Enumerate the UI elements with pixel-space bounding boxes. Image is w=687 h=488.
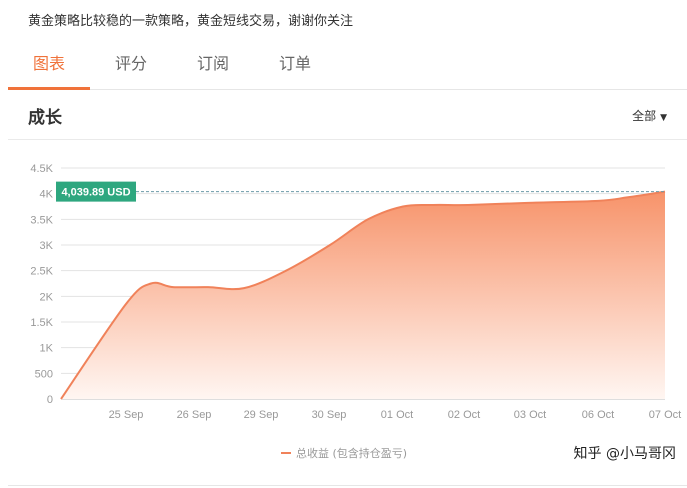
y-tick-label: 4.5K (30, 163, 53, 175)
current-value-label: 4,039.89 USD (61, 187, 130, 199)
range-dropdown[interactable]: 全部 ▼ (632, 107, 667, 124)
x-tick-label: 02 Oct (448, 409, 480, 421)
x-tick-label: 03 Oct (514, 409, 546, 421)
x-tick-label: 29 Sep (244, 409, 279, 421)
top-edge (0, 0, 687, 6)
tab-chart[interactable]: 图表 (8, 40, 90, 90)
legend-label: 总收益 (包含持仓盈亏) (296, 446, 407, 460)
tab-bar: 图表 评分 订阅 订单 (8, 40, 687, 90)
strategy-page: 黄金策略比较稳的一款策略，黄金短线交易，谢谢你关注 图表 评分 订阅 订单 成长… (0, 0, 687, 488)
x-tick-label: 30 Sep (312, 409, 347, 421)
caret-down-icon: ▼ (660, 113, 667, 123)
x-tick-label: 25 Sep (109, 409, 144, 421)
y-tick-label: 2.5K (30, 266, 53, 278)
y-tick-label: 3.5K (30, 214, 53, 226)
y-tick-label: 4K (40, 189, 54, 201)
growth-chart-svg: 0 500 1K 1.5K 2K 2.5K 3K 3.5K 4K 4.5K 4,039.89 USD… (30, 163, 681, 460)
y-tick-label: 0 (47, 394, 53, 406)
tab-orders[interactable]: 订单 (254, 40, 336, 90)
range-label: 全部 (632, 109, 657, 123)
y-tick-label: 2K (40, 291, 54, 303)
strategy-description: 黄金策略比较稳的一款策略，黄金短线交易，谢谢你关注 (28, 14, 354, 29)
bottom-divider (8, 485, 687, 486)
y-tick-label: 1.5K (30, 317, 53, 329)
growth-title: 成长 (28, 108, 62, 128)
growth-panel: 成长 全部 ▼ 0 500 1K 1.5K 2K 2.5K 3K 3.5K 4K 4.5K 4,039… (8, 90, 687, 488)
x-tick-label: 26 Sep (177, 409, 212, 421)
watermark: 知乎 @小马哥冈 (570, 442, 679, 464)
y-tick-label: 1K (40, 343, 54, 355)
tab-subscribe[interactable]: 订阅 (172, 40, 254, 90)
growth-chart: 0 500 1K 1.5K 2K 2.5K 3K 3.5K 4K 4.5K 4,039.89 USD… (8, 141, 687, 481)
x-tick-label: 01 Oct (381, 409, 413, 421)
growth-header: 成长 全部 ▼ (8, 90, 687, 140)
x-tick-label: 07 Oct (649, 409, 681, 421)
tab-rating[interactable]: 评分 (90, 40, 172, 90)
x-tick-label: 06 Oct (582, 409, 614, 421)
y-tick-label: 3K (40, 240, 54, 252)
y-tick-label: 500 (35, 368, 53, 380)
